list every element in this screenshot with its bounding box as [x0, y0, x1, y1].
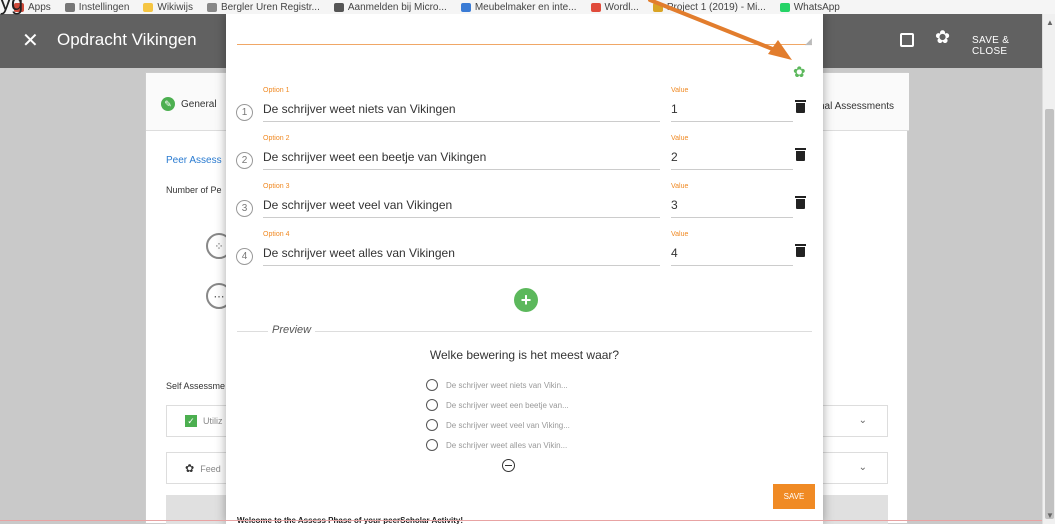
radio-circle-icon[interactable] — [426, 419, 438, 431]
remove-circle-icon[interactable] — [502, 459, 515, 472]
bookmark-bergler[interactable]: Bergler Uren Registr... — [206, 2, 320, 13]
option-label: Option 2 — [263, 135, 290, 142]
value-label: Value — [671, 183, 689, 190]
value-input[interactable]: 2 — [671, 148, 793, 170]
gear-icon: ✿ — [185, 463, 195, 475]
close-icon[interactable]: ✕ — [22, 28, 39, 53]
chevron-down-icon[interactable]: ⌄ — [859, 415, 867, 426]
gear-icon[interactable]: ✿ — [935, 27, 950, 48]
trash-icon[interactable] — [795, 244, 806, 257]
option-text-input[interactable]: De schrijver weet een beetje van Vikinge… — [263, 148, 660, 170]
scroll-down-icon[interactable]: ▼ — [1046, 511, 1054, 520]
option-row: 3 Option 3 De schrijver weet veel van Vi… — [236, 183, 806, 223]
peer-assess-link[interactable]: Peer Assess — [166, 155, 222, 166]
option-label: Option 1 — [263, 87, 290, 94]
scroll-up-icon[interactable]: ▲ — [1046, 18, 1054, 27]
option-row: 2 Option 2 De schrijver weet een beetje … — [236, 135, 806, 175]
page-title: Opdracht Vikingen — [57, 30, 197, 49]
preview-radio-option[interactable]: De schrijver weet alles van Vikin... — [426, 437, 567, 453]
value-input[interactable]: 3 — [671, 196, 793, 218]
option-number: 3 — [236, 200, 253, 217]
bookmark-wikiwijs[interactable]: Wikiwijs — [143, 2, 193, 13]
save-button[interactable]: SAVE — [773, 484, 815, 509]
bookmark-microsoft[interactable]: Aanmelden bij Micro... — [333, 2, 447, 13]
option-label: Option 4 — [263, 231, 290, 238]
option-text-input[interactable]: De schrijver weet alles van Vikingen — [263, 244, 660, 266]
site-icon — [590, 2, 601, 12]
radio-circle-icon[interactable] — [426, 379, 438, 391]
option-number: 2 — [236, 152, 253, 169]
trash-icon[interactable] — [795, 100, 806, 113]
option-label: Option 3 — [263, 183, 290, 190]
preview-question: Welke bewering is het meest waar? — [429, 348, 620, 362]
cropped-heading-text: yg — [0, 0, 24, 15]
preview-radio-option[interactable]: De schrijver weet veel van Viking... — [426, 417, 570, 433]
annotation-arrow-icon — [648, 0, 792, 60]
site-icon — [460, 2, 471, 12]
scrollbar[interactable]: ▲ ▼ — [1042, 14, 1055, 524]
option-row: 4 Option 4 De schrijver weet alles van V… — [236, 231, 806, 271]
value-label: Value — [671, 87, 689, 94]
window-edge — [0, 520, 1042, 521]
microsoft-icon — [333, 2, 344, 12]
preview-radio-option[interactable]: De schrijver weet niets van Vikin... — [426, 377, 568, 393]
option-row: 1 Option 1 De schrijver weet niets van V… — [236, 87, 806, 127]
option-number: 4 — [236, 248, 253, 265]
save-close-button[interactable]: SAVE & CLOSE — [972, 35, 1042, 57]
preview-divider — [237, 331, 812, 332]
checkbox-icon[interactable]: ✓ — [185, 415, 197, 427]
radio-circle-icon[interactable] — [426, 439, 438, 451]
preview-radio-option[interactable]: De schrijver weet een beetje van... — [426, 397, 569, 413]
number-of-label: Number of Pe — [166, 185, 222, 195]
add-option-button[interactable]: + — [514, 288, 538, 312]
preview-label: Preview — [268, 324, 316, 336]
option-number: 1 — [236, 104, 253, 121]
gear-icon — [64, 2, 75, 12]
settings-gear-icon[interactable]: ✿ — [793, 63, 806, 81]
value-label: Value — [671, 135, 689, 142]
option-text-input[interactable]: De schrijver weet niets van Vikingen — [263, 100, 660, 122]
tab-assessments[interactable]: nal Assessments — [819, 101, 894, 112]
option-text-input[interactable]: De schrijver weet veel van Vikingen — [263, 196, 660, 218]
bookmark-instellingen[interactable]: Instellingen — [64, 2, 129, 13]
resize-handle-icon[interactable]: ◢ — [805, 36, 812, 47]
options-dialog: ◢ ✿ 1 Option 1 De schrijver weet niets v… — [226, 14, 823, 524]
tab-general[interactable]: ✎ General — [161, 97, 217, 111]
bookmarks-bar: Apps Instellingen Wikiwijs Bergler Uren … — [0, 0, 1055, 14]
value-input[interactable]: 4 — [671, 244, 793, 266]
bookmark-meubelmaker[interactable]: Meubelmaker en inte... — [460, 2, 577, 13]
self-assess-label: Self Assessme — [166, 381, 226, 391]
trash-icon[interactable] — [795, 196, 806, 209]
chevron-down-icon[interactable]: ⌄ — [859, 462, 867, 473]
trash-icon[interactable] — [795, 148, 806, 161]
pencil-icon: ✎ — [161, 97, 175, 111]
folder-icon — [143, 2, 154, 12]
radio-circle-icon[interactable] — [426, 399, 438, 411]
value-input[interactable]: 1 — [671, 100, 793, 122]
bookmark-wordl[interactable]: Wordl... — [590, 2, 639, 13]
scrollbar-thumb[interactable] — [1045, 109, 1054, 519]
expand-icon[interactable] — [900, 33, 914, 47]
page-icon — [206, 2, 217, 12]
value-label: Value — [671, 231, 689, 238]
